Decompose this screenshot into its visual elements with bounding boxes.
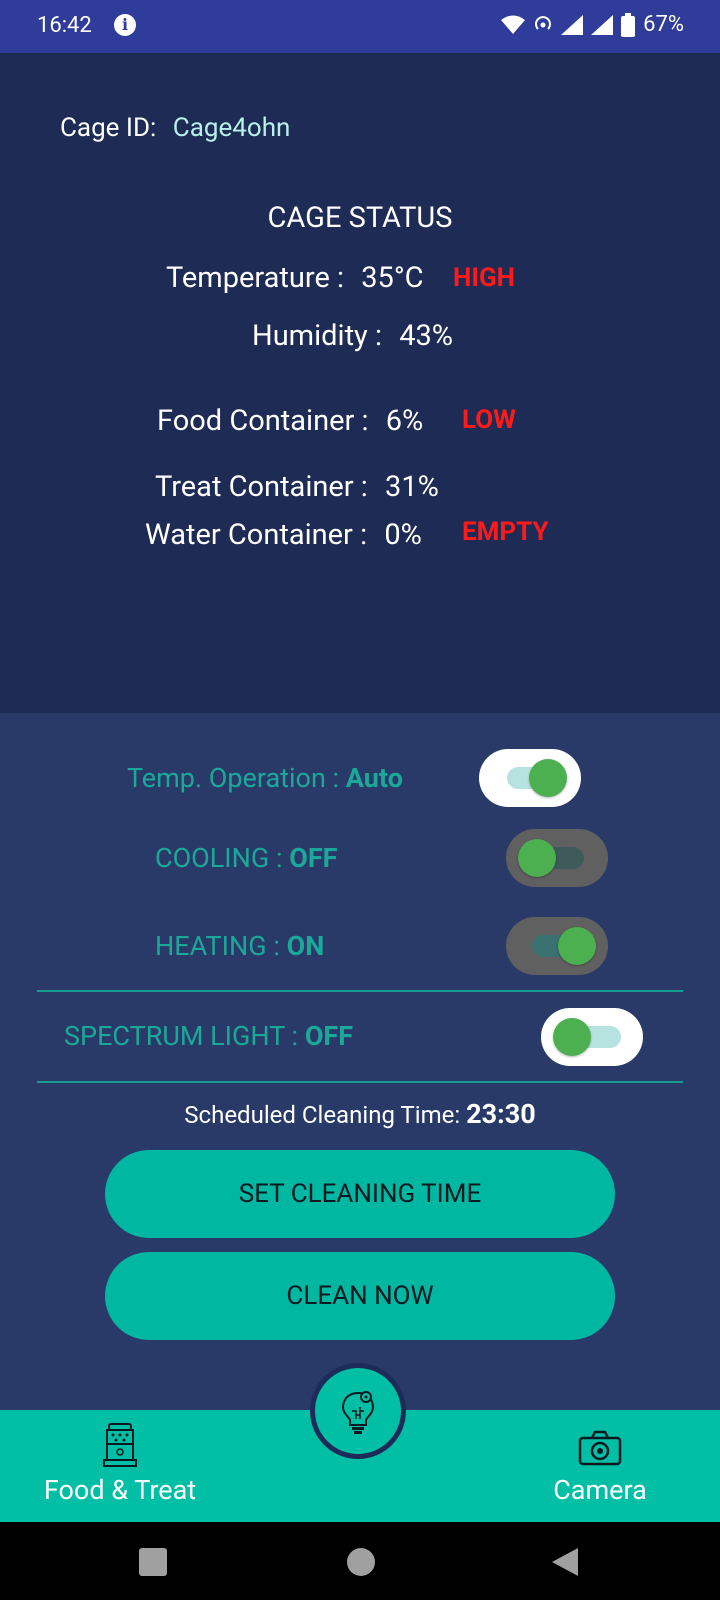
temperature-alert: HIGH bbox=[453, 263, 516, 293]
water-value: 0% bbox=[384, 518, 422, 552]
temperature-value: 35°C bbox=[361, 261, 424, 295]
set-cleaning-time-button[interactable]: SET CLEANING TIME bbox=[105, 1150, 615, 1238]
recents-button[interactable] bbox=[139, 1548, 167, 1576]
nav-camera-label: Camera bbox=[553, 1474, 647, 1506]
temperature-row: Temperature : 35°C bbox=[166, 261, 424, 295]
cage-id-value: Cage4ohn bbox=[172, 113, 291, 143]
info-icon: i bbox=[114, 14, 136, 36]
cooling-switch[interactable] bbox=[506, 829, 608, 887]
nav-food-treat-label: Food & Treat bbox=[43, 1474, 197, 1506]
scheduled-cleaning-label: Scheduled Cleaning Time: bbox=[184, 1101, 461, 1129]
cage-status-panel: Cage ID: Cage4ohn CAGE STATUS Temperatur… bbox=[0, 53, 720, 713]
smart-bulb-icon bbox=[341, 1391, 375, 1434]
treat-label: Treat Container : bbox=[155, 470, 368, 504]
temp-operation-label: Temp. Operation : Auto bbox=[127, 762, 403, 794]
water-label: Water Container : bbox=[145, 518, 368, 552]
heating-value: ON bbox=[286, 930, 325, 962]
signal-icon-2 bbox=[591, 14, 614, 35]
camera-icon bbox=[578, 1430, 622, 1466]
hotspot-icon bbox=[535, 15, 552, 30]
humidity-value: 43% bbox=[399, 319, 454, 353]
nav-food-treat[interactable]: Food & Treat bbox=[30, 1422, 210, 1506]
water-row: Water Container : 0% bbox=[145, 518, 422, 552]
wifi-icon bbox=[501, 15, 526, 34]
back-button[interactable] bbox=[550, 1546, 580, 1578]
scheduled-cleaning-value: 23:30 bbox=[466, 1098, 536, 1130]
smart-control-fab[interactable] bbox=[310, 1363, 406, 1459]
heating-label: HEATING : ON bbox=[155, 930, 325, 962]
spectrum-light-switch[interactable] bbox=[541, 1008, 643, 1066]
temp-operation-switch[interactable] bbox=[479, 749, 581, 807]
signal-icon bbox=[561, 14, 584, 35]
nav-camera[interactable]: Camera bbox=[530, 1422, 670, 1506]
battery-percent: 67% bbox=[643, 12, 684, 37]
treat-value: 31% bbox=[385, 470, 439, 504]
food-value: 6% bbox=[385, 404, 424, 438]
treat-row: Treat Container : 31% bbox=[155, 470, 439, 504]
status-bar: 16:42 i 67% bbox=[0, 0, 720, 53]
food-label: Food Container : bbox=[157, 404, 369, 438]
heating-switch[interactable] bbox=[506, 917, 608, 975]
temp-operation-value: Auto bbox=[345, 762, 403, 794]
cage-id: Cage ID: Cage4ohn bbox=[60, 113, 290, 143]
status-time: 16:42 bbox=[37, 13, 92, 38]
divider-top bbox=[37, 990, 683, 992]
status-icons: 67% bbox=[501, 12, 684, 37]
scheduled-cleaning: Scheduled Cleaning Time: 23:30 bbox=[0, 1098, 720, 1130]
water-alert: EMPTY bbox=[462, 517, 549, 547]
cooling-value: OFF bbox=[289, 842, 338, 874]
divider-bottom bbox=[37, 1081, 683, 1083]
spectrum-light-label: SPECTRUM LIGHT : OFF bbox=[64, 1020, 354, 1052]
food-row: Food Container : 6% bbox=[157, 404, 423, 438]
battery-icon bbox=[621, 12, 636, 37]
spectrum-light-value: OFF bbox=[304, 1020, 354, 1052]
humidity-label: Humidity : bbox=[252, 319, 382, 353]
cage-id-label: Cage ID: bbox=[60, 113, 157, 143]
status-title: CAGE STATUS bbox=[267, 201, 453, 235]
cooling-label: COOLING : OFF bbox=[155, 842, 338, 874]
clean-now-button[interactable]: CLEAN NOW bbox=[105, 1252, 615, 1340]
food-dispenser-icon bbox=[103, 1423, 137, 1467]
system-nav-bar bbox=[0, 1522, 720, 1600]
temperature-label: Temperature : bbox=[166, 261, 345, 295]
home-button[interactable] bbox=[347, 1548, 375, 1576]
food-alert: LOW bbox=[462, 405, 516, 435]
humidity-row: Humidity : 43% bbox=[252, 319, 453, 353]
